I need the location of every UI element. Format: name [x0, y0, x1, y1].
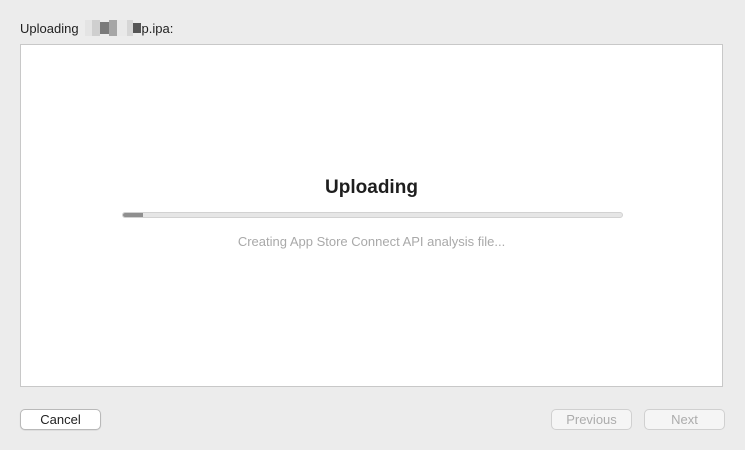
- upload-header: Uploading p.ipa:: [20, 19, 173, 37]
- upload-header-prefix: Uploading: [20, 20, 79, 36]
- redacted-filename: [84, 20, 141, 36]
- cancel-button[interactable]: Cancel: [20, 409, 101, 430]
- next-button[interactable]: Next: [644, 409, 725, 430]
- upload-content-panel: Uploading Creating App Store Connect API…: [20, 44, 723, 387]
- upload-status-text: Creating App Store Connect API analysis …: [237, 234, 506, 249]
- upload-header-filename: p.ipa:: [141, 20, 174, 36]
- upload-title: Uploading: [325, 177, 418, 198]
- upload-progress-bar: [122, 212, 623, 218]
- upload-progress-fill: [123, 213, 143, 217]
- previous-button[interactable]: Previous: [551, 409, 632, 430]
- upload-dialog: Uploading p.ipa: Uploading Creating App …: [0, 0, 745, 450]
